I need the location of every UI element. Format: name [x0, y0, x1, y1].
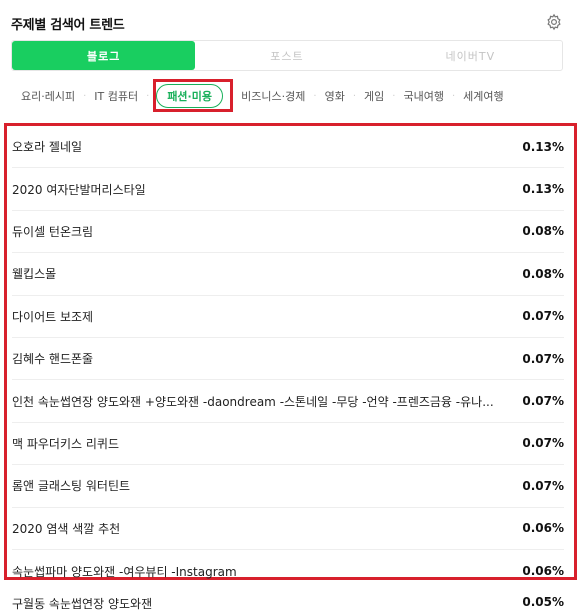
trend-percent: 0.13% [522, 139, 564, 154]
trend-row[interactable]: 맥 파우더키스 리퀴드 0.07% [12, 423, 564, 466]
category-separator: · [352, 90, 357, 102]
trend-row-partial[interactable]: 구월동 속눈썹연장 양도와잰 0.05% [12, 595, 564, 610]
category-separator: · [83, 90, 87, 102]
highlight-box-category [153, 79, 233, 112]
category-world-travel[interactable]: 세계여행 [462, 88, 504, 104]
trend-row[interactable]: 인천 속눈썹연장 양도와잰 +양도와잰 -daondream -스톤네일 -무당… [12, 380, 564, 423]
trend-percent: 0.13% [522, 182, 564, 197]
trend-row[interactable]: 속눈썹파마 양도와잰 -여우뷰티 -Instagram 0.06% [12, 550, 564, 592]
trend-row[interactable]: 김혜수 핸드폰줄 0.07% [12, 338, 564, 381]
category-separator: · [451, 90, 456, 102]
source-tabs: 블로그 포스트 네이버TV [11, 40, 563, 71]
trend-percent: 0.07% [522, 478, 564, 493]
trend-row[interactable]: 오호라 젤네일 0.13% [12, 126, 564, 169]
trend-keyword: 김혜수 핸드폰줄 [12, 352, 94, 367]
trend-row[interactable]: 2020 염색 색깔 추천 0.06% [12, 508, 564, 550]
trend-percent: 0.08% [522, 266, 564, 281]
trend-percent: 0.05% [522, 595, 564, 609]
trend-percent: 0.06% [522, 564, 564, 579]
category-cooking[interactable]: 요리·레시피 [20, 88, 76, 104]
category-separator: · [146, 90, 150, 102]
trend-row[interactable]: 듀이셀 턴온크림 0.08% [12, 211, 564, 254]
category-business[interactable]: 비즈니스·경제 [240, 88, 306, 104]
trend-keyword: 2020 염색 색깔 추천 [12, 521, 121, 536]
category-movie[interactable]: 영화 [324, 88, 346, 104]
trend-percent: 0.07% [522, 309, 564, 324]
tab-navertv[interactable]: 네이버TV [379, 41, 562, 70]
trend-keyword: 웰킵스몰 [12, 267, 57, 282]
category-domestic-travel[interactable]: 국내여행 [402, 88, 444, 104]
category-separator: · [392, 90, 396, 102]
category-separator: · [313, 90, 317, 102]
gear-icon[interactable] [545, 13, 563, 31]
category-game[interactable]: 게임 [363, 88, 385, 104]
trend-keyword: 듀이셀 턴온크림 [12, 224, 94, 239]
trend-row[interactable]: 웰킵스몰 0.08% [12, 253, 564, 296]
trend-keyword: 다이어트 보조제 [12, 309, 94, 324]
category-bar: 요리·레시피 · IT 컴퓨터 · 패션·미용 · 비즈니스·경제 · 영화 ·… [20, 83, 505, 109]
trend-keyword: 오호라 젤네일 [12, 140, 83, 155]
trend-percent: 0.07% [522, 394, 564, 409]
trend-keyword: 속눈썹파마 양도와잰 -여우뷰티 -Instagram [12, 564, 237, 579]
panel-title: 주제별 검색어 트렌드 [11, 18, 125, 33]
trend-percent: 0.06% [522, 521, 564, 536]
trend-keyword: 인천 속눈썹연장 양도와잰 +양도와잰 -daondream -스톤네일 -무당… [12, 394, 494, 409]
trend-keyword: 2020 여자단발머리스타일 [12, 182, 146, 197]
panel-header: 주제별 검색어 트렌드 [11, 10, 563, 34]
trend-keyword: 맥 파우더키스 리퀴드 [12, 436, 119, 451]
trend-list: 오호라 젤네일 0.13% 2020 여자단발머리스타일 0.13% 듀이셀 턴온크… [12, 126, 564, 592]
tab-post[interactable]: 포스트 [195, 41, 378, 70]
trend-percent: 0.07% [522, 351, 564, 366]
trend-percent: 0.07% [522, 436, 564, 451]
category-it[interactable]: IT 컴퓨터 [93, 88, 139, 104]
trend-row[interactable]: 다이어트 보조제 0.07% [12, 296, 564, 338]
tab-blog[interactable]: 블로그 [12, 41, 196, 70]
trend-percent: 0.08% [522, 224, 564, 239]
trend-row[interactable]: 2020 여자단발머리스타일 0.13% [12, 168, 564, 211]
trend-row[interactable]: 롬앤 글래스팅 워터틴트 0.07% [12, 465, 564, 508]
trend-keyword: 구월동 속눈썹연장 양도와잰 [12, 597, 153, 610]
trend-keyword: 롬앤 글래스팅 워터틴트 [12, 479, 131, 494]
